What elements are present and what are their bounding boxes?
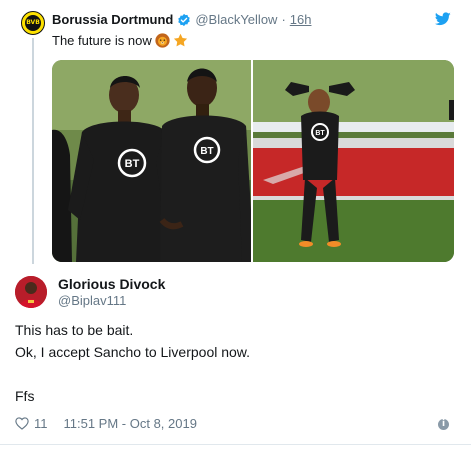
star-emoji <box>173 33 187 47</box>
separator-dot: · <box>281 12 286 27</box>
heart-icon[interactable] <box>15 417 29 430</box>
photo-players-training[interactable]: BT BT <box>52 60 251 262</box>
quoted-author-handle[interactable]: @BlackYellow <box>195 12 277 27</box>
lion-emoji <box>155 33 170 48</box>
quoted-tweet-time[interactable]: 16h <box>290 12 312 27</box>
bt-logo-text-left-2: BT <box>200 146 213 157</box>
quoted-tweet-body: The future is now <box>52 33 152 48</box>
quoted-tweet-text: The future is now <box>52 33 188 48</box>
quoted-tweet-header: Borussia Dortmund @BlackYellow · 16h <box>52 12 311 27</box>
reply-text-line-1: This has to be bait. <box>15 322 134 338</box>
bvb-avatar[interactable]: BVB <box>21 11 45 35</box>
quoted-tweet-media[interactable]: BT BT BT <box>52 60 454 262</box>
like-count[interactable]: 11 <box>34 416 48 431</box>
verified-badge-icon <box>178 13 191 26</box>
bvb-logo: BVB <box>25 15 41 31</box>
reply-timestamp[interactable]: 11:51 PM - Oct 8, 2019 <box>64 416 197 431</box>
reply-author-handle[interactable]: @Biplav111 <box>58 293 126 308</box>
reply-avatar-image <box>15 276 47 308</box>
reply-footer: 11 11:51 PM - Oct 8, 2019 <box>15 416 197 431</box>
reply-avatar[interactable] <box>15 276 47 308</box>
quoted-author-name[interactable]: Borussia Dortmund <box>52 12 173 27</box>
reply-text-line-2: Ok, I accept Sancho to Liverpool now. <box>15 344 251 360</box>
bt-logo-text-left-1: BT <box>125 158 140 170</box>
bt-logo-text-right: BT <box>315 130 325 137</box>
reply-author-name[interactable]: Glorious Divock <box>58 276 165 292</box>
bottom-divider <box>0 444 471 445</box>
thread-line <box>32 38 34 264</box>
photo-player-stretching[interactable]: BT <box>253 60 454 262</box>
info-icon[interactable]: i <box>438 419 449 430</box>
reply-text-line-3: Ffs <box>15 388 35 404</box>
twitter-bird-icon[interactable] <box>435 12 451 26</box>
